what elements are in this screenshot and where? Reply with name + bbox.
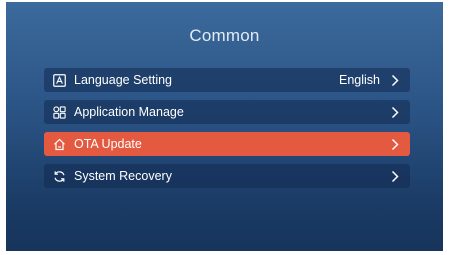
menu-item-ota-update[interactable]: OTA Update xyxy=(44,132,410,156)
settings-menu: Language Setting English Application Man… xyxy=(44,68,410,196)
language-value: English xyxy=(339,73,380,87)
language-icon xyxy=(52,73,66,87)
menu-item-label: Language Setting xyxy=(74,73,173,87)
menu-item-application-manage[interactable]: Application Manage xyxy=(44,100,410,124)
settings-screen: Common Language Setting English Applicat… xyxy=(6,2,443,251)
chevron-right-icon xyxy=(390,73,400,87)
chevron-right-icon xyxy=(390,169,400,183)
menu-item-label: Application Manage xyxy=(74,105,184,119)
chevron-right-icon xyxy=(390,105,400,119)
apps-grid-icon xyxy=(52,105,66,119)
home-update-icon xyxy=(52,137,66,151)
menu-item-label: System Recovery xyxy=(74,169,172,183)
chevron-right-icon xyxy=(390,137,400,151)
menu-item-system-recovery[interactable]: System Recovery xyxy=(44,164,410,188)
menu-item-language-setting[interactable]: Language Setting English xyxy=(44,68,410,92)
menu-item-label: OTA Update xyxy=(74,137,142,151)
refresh-icon xyxy=(52,169,66,183)
page-title: Common xyxy=(189,26,260,45)
